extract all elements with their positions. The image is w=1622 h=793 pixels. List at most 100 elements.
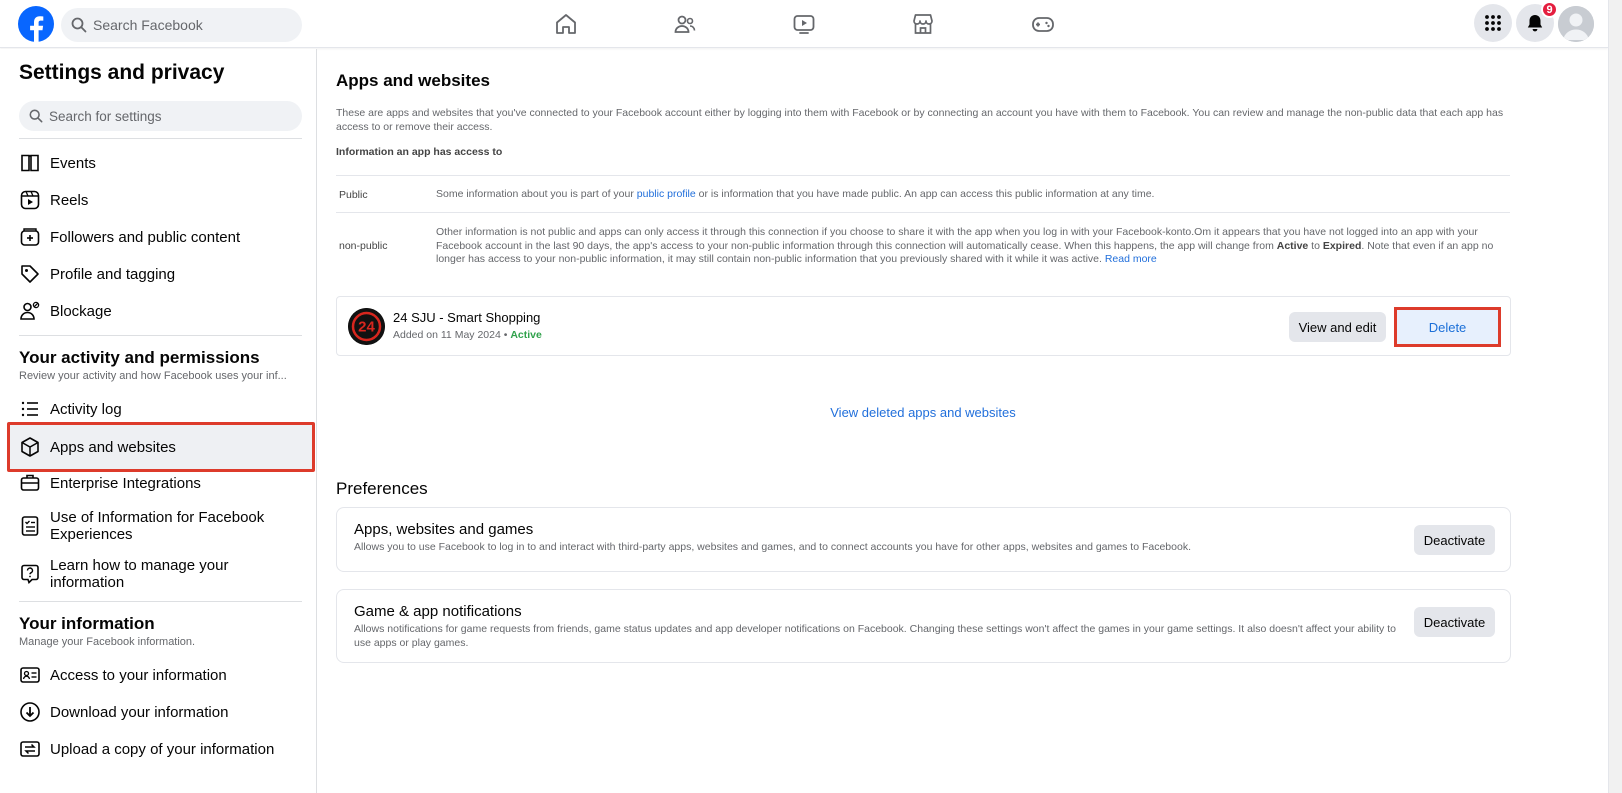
profile-avatar[interactable]: [1558, 6, 1594, 42]
page-scrollbar[interactable]: [1608, 0, 1622, 793]
app-logo[interactable]: 24: [348, 308, 385, 345]
sidebar-item-upload-copy[interactable]: Upload a copy of your information: [12, 731, 310, 767]
briefcase-icon: [19, 472, 41, 494]
marketplace-icon[interactable]: [911, 12, 935, 36]
sidebar-item-label: Blockage: [50, 302, 112, 320]
preferences-heading: Preferences: [336, 479, 428, 498]
delete-app-button[interactable]: Delete: [1394, 307, 1501, 347]
menu-button[interactable]: [1474, 4, 1512, 42]
intro-text: These are apps and websites that you've …: [336, 107, 1504, 133]
app-logo-text: 24: [358, 319, 375, 336]
meta-separator: •: [503, 329, 508, 341]
expired-word: Expired: [1322, 239, 1362, 252]
public-description: Some information about you is part of yo…: [436, 188, 1512, 202]
preference-title: Apps, websites and games: [354, 521, 534, 538]
sidebar-item-label: Upload a copy of your information: [50, 740, 275, 758]
notifications-button[interactable]: 9: [1516, 1, 1558, 42]
activity-section-subtitle: Review your activity and how Facebook us…: [19, 370, 287, 382]
sidebar-item-access-information[interactable]: Access to your information: [12, 657, 310, 693]
preference-description: Allows notifications for game requests f…: [354, 623, 1396, 649]
home-icon[interactable]: [554, 12, 578, 36]
nonpublic-text-2: to: [1308, 239, 1323, 252]
bell-icon: [1525, 13, 1545, 33]
sidebar-divider: [19, 601, 302, 602]
connected-app-row: 24 24 SJU - Smart Shopping Added on 11 M…: [336, 296, 1511, 356]
video-icon[interactable]: [792, 12, 816, 36]
public-text-before: Some information about you is part of yo…: [436, 188, 637, 200]
id-card-icon: [19, 664, 41, 686]
block-user-icon: [19, 300, 41, 322]
view-and-edit-button[interactable]: View and edit: [1289, 312, 1386, 342]
notification-count-badge: 9: [1541, 1, 1558, 18]
sidebar-item-enterprise-integrations[interactable]: Enterprise Integrations: [12, 465, 310, 501]
menu-grid-icon: [1484, 14, 1502, 32]
document-icon: [19, 515, 41, 537]
sidebar-item-profile-tagging[interactable]: Profile and tagging: [12, 256, 310, 292]
table-divider: [336, 212, 1510, 213]
public-label: Public: [339, 189, 368, 201]
activity-section-heading: Your activity and permissions: [19, 348, 260, 367]
preference-description: Allows you to use Facebook to log in to …: [354, 541, 1191, 553]
search-icon: [71, 17, 87, 33]
app-status-active: Active: [510, 329, 542, 341]
sidebar-item-label: Activity log: [50, 400, 122, 418]
gaming-icon[interactable]: [1031, 12, 1055, 36]
sidebar-item-apps-and-websites[interactable]: Apps and websites: [7, 422, 315, 472]
sidebar-item-label: Download your information: [50, 703, 229, 721]
transfer-icon: [19, 738, 41, 760]
list-icon: [19, 398, 41, 420]
nonpublic-label: non-public: [339, 240, 388, 252]
sidebar-item-label: Reels: [50, 191, 89, 209]
sidebar-item-learn-manage-information[interactable]: Learn how to manage your information: [12, 550, 310, 598]
sidebar-item-label: Enterprise Integrations: [50, 474, 201, 492]
top-navigation-bar: Search Facebook 9: [0, 0, 1608, 48]
sidebar-item-label: Learn how to manage your information: [50, 557, 229, 591]
apps-websites-main: Apps and websites These are apps and web…: [318, 49, 1608, 793]
sidebar-item-events[interactable]: Events: [12, 145, 310, 181]
sidebar-item-label: Events: [50, 154, 96, 172]
app-added-date: Added on 11 May 2024: [393, 329, 501, 341]
tag-icon: [19, 263, 41, 285]
information-section-subtitle: Manage your Facebook information.: [19, 636, 196, 648]
app-meta: Added on 11 May 2024 • Active: [393, 329, 542, 341]
preference-game-app-notifications: Game & app notifications Allows notifica…: [336, 589, 1511, 663]
settings-search-input[interactable]: Search for settings: [19, 101, 302, 131]
sidebar-item-activity-log[interactable]: Activity log: [12, 391, 310, 427]
sidebar-item-download-information[interactable]: Download your information: [12, 694, 310, 730]
active-word: Active: [1276, 239, 1309, 252]
friends-icon[interactable]: [673, 12, 697, 36]
search-placeholder: Search Facebook: [93, 17, 203, 33]
deactivate-notifications-button[interactable]: Deactivate: [1414, 607, 1495, 637]
public-text-after: or is information that you have made pub…: [695, 188, 1155, 200]
search-icon: [29, 109, 43, 123]
calendar-icon: [19, 152, 41, 174]
download-icon: [19, 701, 41, 723]
sidebar-title: Settings and privacy: [19, 61, 225, 84]
followers-icon: [19, 226, 41, 248]
page-title: Apps and websites: [336, 71, 490, 90]
app-name[interactable]: 24 SJU - Smart Shopping: [393, 310, 540, 325]
table-divider: [336, 175, 1510, 176]
facebook-search-input[interactable]: Search Facebook: [61, 8, 302, 42]
public-profile-link[interactable]: public profile: [637, 188, 696, 200]
sidebar-item-blockage[interactable]: Blockage: [12, 293, 310, 329]
view-deleted-apps-link[interactable]: View deleted apps and websites: [318, 405, 1528, 420]
nonpublic-description: Other information is not public and apps…: [436, 226, 1512, 267]
sidebar-item-use-of-information[interactable]: Use of Information for Facebook Experien…: [12, 502, 310, 550]
sidebar-item-label: Profile and tagging: [50, 265, 176, 283]
sidebar-item-followers[interactable]: Followers and public content: [12, 219, 310, 255]
sidebar-divider: [19, 138, 302, 139]
preference-title: Game & app notifications: [354, 603, 522, 620]
settings-sidebar: Settings and privacy Search for settings…: [0, 49, 317, 793]
read-more-link[interactable]: Read more: [1105, 253, 1157, 265]
help-bubble-icon: [19, 563, 41, 585]
deactivate-apps-button[interactable]: Deactivate: [1414, 525, 1495, 555]
sidebar-item-label: Access to your information: [50, 666, 227, 684]
sidebar-item-label: Followers and public content: [50, 228, 241, 246]
facebook-logo-icon[interactable]: [18, 6, 54, 42]
sidebar-item-label: Use of Information for Facebook Experien…: [50, 509, 265, 543]
settings-search-placeholder: Search for settings: [49, 108, 162, 124]
sidebar-item-reels[interactable]: Reels: [12, 182, 310, 218]
reels-icon: [19, 189, 41, 211]
info-access-heading: Information an app has access to: [336, 146, 503, 158]
